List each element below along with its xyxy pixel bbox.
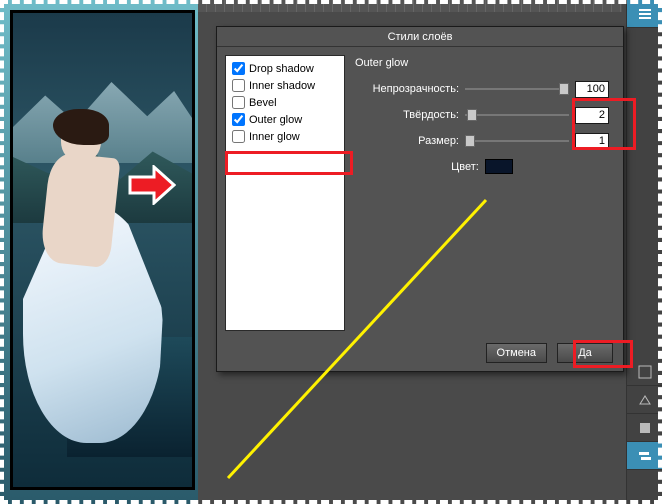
hardness-label: Твёрдость: (355, 109, 465, 121)
style-label: Drop shadow (249, 63, 314, 75)
style-properties: Outer glow Непрозрачность: 100 Твёрдость… (353, 55, 615, 331)
style-label: Bevel (249, 97, 277, 109)
checkbox-inner-shadow[interactable] (232, 79, 245, 92)
size-value[interactable]: 1 (575, 133, 609, 150)
photo-preview (10, 10, 195, 490)
annotation-arrow-icon (128, 165, 176, 205)
opacity-row: Непрозрачность: 100 (355, 79, 609, 99)
panel-btn-layers[interactable] (627, 442, 662, 470)
opacity-value[interactable]: 100 (575, 81, 609, 98)
hardness-slider[interactable] (465, 108, 569, 122)
panel-toggle-top[interactable] (627, 0, 662, 28)
side-toolbar (626, 0, 662, 504)
style-drop-shadow[interactable]: Drop shadow (230, 60, 340, 77)
ruler-top (198, 0, 622, 12)
ok-button[interactable]: Да (557, 343, 613, 363)
photo-figure (23, 113, 143, 443)
group-title: Outer glow (355, 57, 609, 69)
panel-btn-2[interactable] (627, 386, 662, 414)
panel-btn-3[interactable] (627, 414, 662, 442)
style-list: Drop shadow Inner shadow Bevel Outer glo… (225, 55, 345, 331)
layer-styles-dialog: Стили слоёв Drop shadow Inner shadow Bev… (216, 26, 624, 372)
checkbox-outer-glow[interactable] (232, 113, 245, 126)
style-label: Inner shadow (249, 80, 315, 92)
color-row: Цвет: (355, 159, 609, 174)
panel-btn-1[interactable] (627, 358, 662, 386)
canvas-area (0, 0, 210, 504)
style-label: Inner glow (249, 131, 300, 143)
style-inner-shadow[interactable]: Inner shadow (230, 77, 340, 94)
checkbox-bevel[interactable] (232, 96, 245, 109)
hardness-row: Твёрдость: 2 (355, 105, 609, 125)
checkbox-drop-shadow[interactable] (232, 62, 245, 75)
color-swatch[interactable] (485, 159, 513, 174)
opacity-label: Непрозрачность: (355, 83, 465, 95)
size-label: Размер: (355, 135, 465, 147)
style-inner-glow[interactable]: Inner glow (230, 128, 340, 145)
dialog-title: Стили слоёв (217, 27, 623, 47)
style-bevel[interactable]: Bevel (230, 94, 340, 111)
opacity-slider[interactable] (465, 82, 569, 96)
checkbox-inner-glow[interactable] (232, 130, 245, 143)
style-label: Outer glow (249, 114, 302, 126)
size-row: Размер: 1 (355, 131, 609, 151)
style-outer-glow[interactable]: Outer glow (230, 111, 340, 128)
hardness-value[interactable]: 2 (575, 107, 609, 124)
cancel-button[interactable]: Отмена (486, 343, 547, 363)
size-slider[interactable] (465, 134, 569, 148)
color-label: Цвет: (451, 161, 479, 173)
